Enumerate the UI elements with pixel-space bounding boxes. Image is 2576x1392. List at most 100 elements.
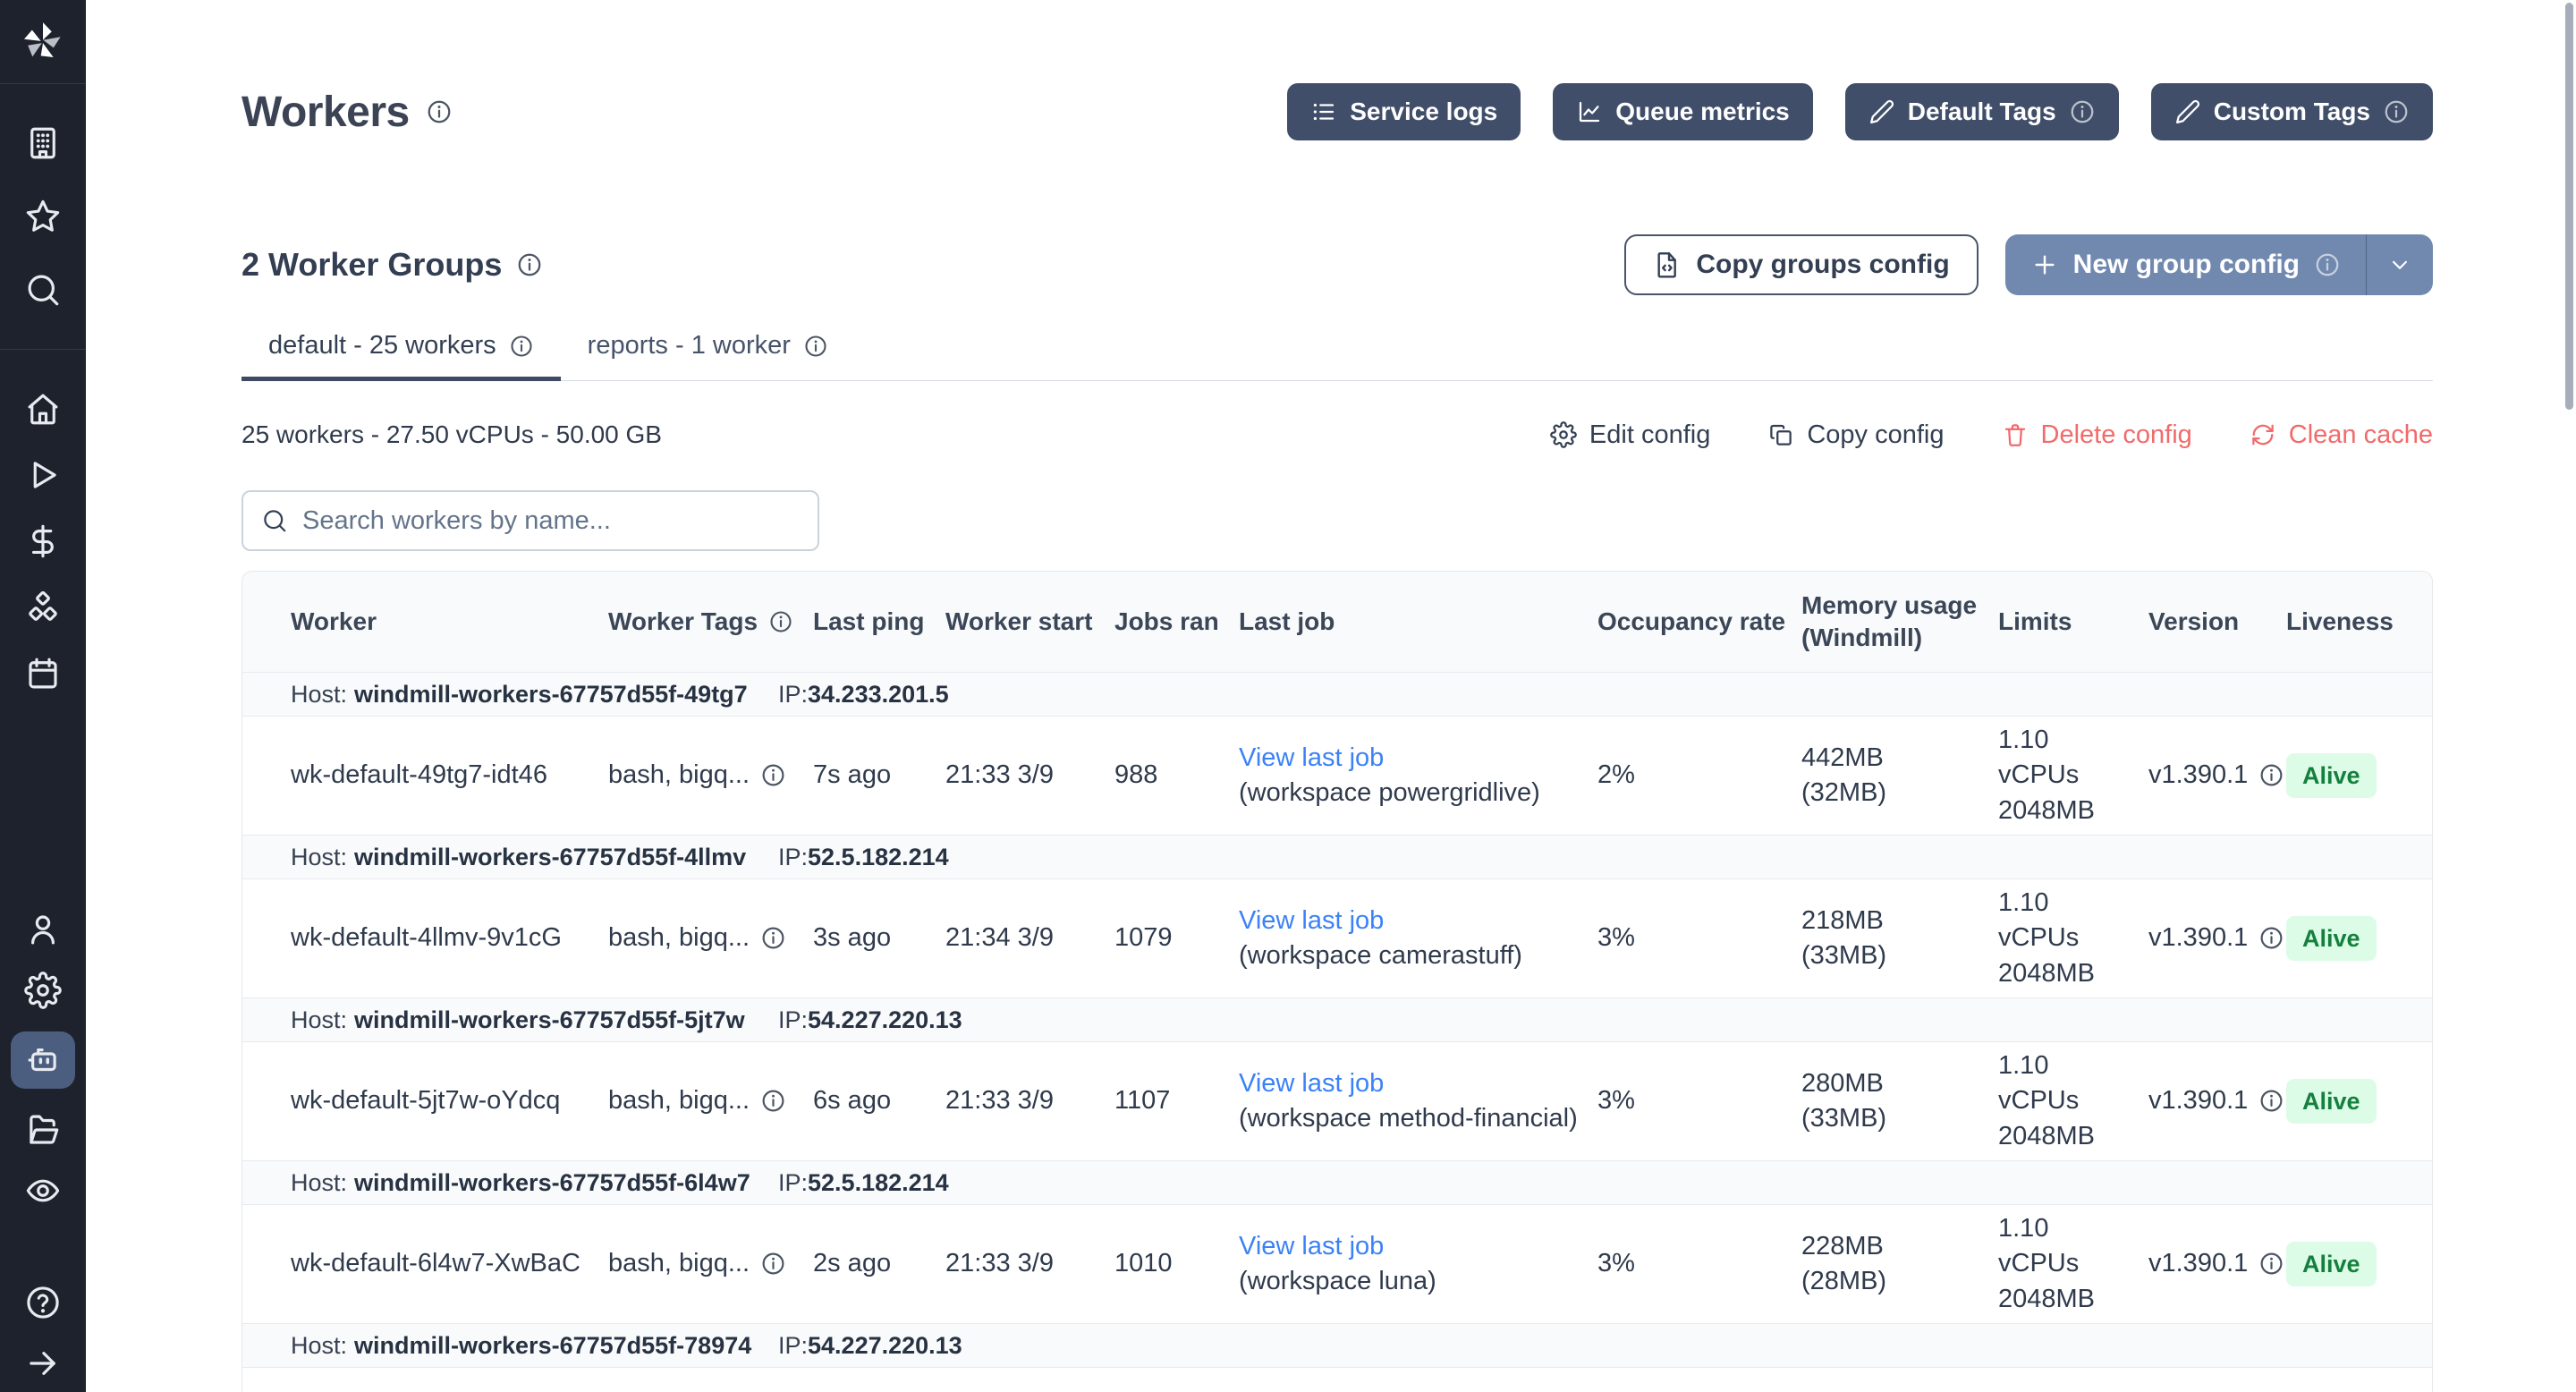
- ip-label: IP:: [778, 681, 808, 708]
- worker-name: wk-default-4llmv-9v1cG: [291, 921, 608, 955]
- sidebar-item-folders[interactable]: [11, 1110, 75, 1150]
- tab-label: default - 25 workers: [268, 331, 496, 361]
- host-row: Host:windmill-workers-67757d55f-5jt7w IP…: [242, 997, 2432, 1042]
- sidebar-item-favorites[interactable]: [11, 197, 75, 236]
- sidebar-item-audit-logs[interactable]: [11, 1171, 75, 1210]
- info-icon[interactable]: [426, 98, 453, 125]
- version-value: v1.390.1: [2148, 1246, 2248, 1281]
- search-workers-input[interactable]: [242, 490, 819, 551]
- worker-row: wk-default-49tg7-idt46 bash, bigq... 7s …: [242, 717, 2432, 835]
- edit-config-button[interactable]: Edit config: [1550, 420, 1710, 450]
- sidebar-item-settings[interactable]: [11, 971, 75, 1010]
- star-icon: [24, 198, 62, 235]
- line-chart-icon: [1576, 98, 1603, 125]
- sidebar-item-resources[interactable]: [11, 588, 75, 627]
- tab-default[interactable]: default - 25 workers: [242, 331, 561, 381]
- info-icon[interactable]: [2258, 762, 2284, 788]
- info-icon[interactable]: [516, 251, 543, 278]
- column-header: Memory usage (Windmill): [1801, 590, 1998, 655]
- queue-metrics-button[interactable]: Queue metrics: [1553, 83, 1813, 140]
- info-icon[interactable]: [768, 609, 793, 634]
- info-icon: [2069, 98, 2096, 125]
- view-last-job-link[interactable]: View last job: [1239, 1229, 1384, 1264]
- sidebar-item-help[interactable]: [11, 1283, 75, 1322]
- memory-usage: 218MB: [1801, 904, 1984, 938]
- host-name: windmill-workers-67757d55f-5jt7w: [354, 1006, 745, 1033]
- sidebar-item-home[interactable]: [11, 389, 75, 429]
- worker-start: 21:33 3/9: [945, 1246, 1114, 1281]
- ip-value: 52.5.182.214: [808, 844, 949, 870]
- gear-icon: [24, 972, 62, 1009]
- copy-groups-config-button[interactable]: Copy groups config: [1624, 234, 1978, 295]
- default-tags-button[interactable]: Default Tags: [1845, 83, 2119, 140]
- custom-tags-button[interactable]: Custom Tags: [2151, 83, 2433, 140]
- ip-value: 34.233.201.5: [808, 681, 949, 708]
- eye-icon: [24, 1172, 62, 1210]
- main-content: Workers Service logs Queue metrics Defau…: [86, 0, 2576, 1392]
- column-header: Worker Tags: [608, 606, 813, 638]
- header-buttons: Service logs Queue metrics Default Tags …: [1287, 83, 2433, 140]
- copy-icon: [1767, 421, 1794, 448]
- last-job-workspace: (workspace camerastuff): [1239, 938, 1583, 973]
- search-icon: [24, 271, 62, 309]
- column-label: Worker start: [945, 606, 1092, 638]
- info-icon[interactable]: [2258, 1088, 2284, 1114]
- view-last-job-link[interactable]: View last job: [1239, 1066, 1384, 1101]
- liveness-badge: Alive: [2286, 1242, 2377, 1286]
- occupancy-rate: 3%: [1597, 1246, 1801, 1281]
- service-logs-button[interactable]: Service logs: [1287, 83, 1521, 140]
- worker-tags-cell: bash, bigq...: [608, 1246, 813, 1281]
- clean-cache-button[interactable]: Clean cache: [2250, 420, 2433, 450]
- host-name: windmill-workers-67757d55f-4llmv: [354, 844, 746, 870]
- cubes-icon: [24, 589, 62, 626]
- jobs-ran: 988: [1114, 758, 1239, 793]
- new-group-config-button[interactable]: New group config: [2005, 234, 2366, 295]
- copy-config-button[interactable]: Copy config: [1767, 420, 1944, 450]
- view-last-job-link[interactable]: View last job: [1239, 904, 1384, 938]
- occupancy-rate: 2%: [1597, 758, 1801, 793]
- sidebar-item-search[interactable]: [11, 270, 75, 310]
- info-icon[interactable]: [760, 762, 786, 788]
- info-icon: [2383, 98, 2410, 125]
- sidebar-item-schedules[interactable]: [11, 654, 75, 693]
- cpu-limit: 1.10 vCPUs: [1998, 723, 2134, 793]
- scrollbar-thumb[interactable]: [2565, 3, 2573, 410]
- info-icon[interactable]: [2258, 925, 2284, 951]
- worker-group-tabs: default - 25 workers reports - 1 worker: [242, 331, 2433, 381]
- info-icon[interactable]: [2258, 1251, 2284, 1277]
- sidebar-item-workers[interactable]: [11, 1031, 75, 1089]
- windmill-logo[interactable]: [0, 0, 86, 84]
- ip-label: IP:: [778, 1332, 808, 1359]
- column-label: Limits: [1998, 606, 2072, 638]
- host-row: Host:windmill-workers-67757d55f-78974 IP…: [242, 1323, 2432, 1368]
- robot-icon: [24, 1041, 62, 1079]
- worker-tags-cell: bash, bigq...: [608, 1083, 813, 1118]
- sidebar-item-variables[interactable]: [11, 522, 75, 561]
- host-name: windmill-workers-67757d55f-78974: [354, 1332, 751, 1359]
- host-row: Host:windmill-workers-67757d55f-49tg7 IP…: [242, 672, 2432, 717]
- tab-label: reports - 1 worker: [588, 331, 791, 361]
- column-label: Last job: [1239, 606, 1335, 638]
- info-icon[interactable]: [760, 1088, 786, 1114]
- sidebar-top-nav: [11, 107, 75, 310]
- button-label: Service logs: [1350, 98, 1497, 126]
- delete-config-button[interactable]: Delete config: [2002, 420, 2192, 450]
- sidebar: [0, 0, 86, 1392]
- info-icon[interactable]: [760, 1251, 786, 1277]
- sidebar-item-workspace[interactable]: [11, 123, 75, 163]
- cpu-limit: 1.10 vCPUs: [1998, 1048, 2134, 1118]
- ip-label: IP:: [778, 844, 808, 870]
- info-icon[interactable]: [760, 925, 786, 951]
- tab-reports[interactable]: reports - 1 worker: [561, 331, 855, 381]
- help-icon: [24, 1284, 62, 1321]
- button-label: New group config: [2073, 250, 2300, 280]
- last-job-cell: View last job (workspace method-financia…: [1239, 1066, 1597, 1136]
- view-last-job-link[interactable]: View last job: [1239, 741, 1384, 776]
- sidebar-item-runs[interactable]: [11, 455, 75, 495]
- sidebar-collapse-toggle[interactable]: [11, 1344, 75, 1383]
- new-group-config-dropdown[interactable]: [2367, 234, 2433, 295]
- info-icon: [2314, 251, 2341, 278]
- button-label: Custom Tags: [2214, 98, 2370, 126]
- sidebar-item-users[interactable]: [11, 910, 75, 949]
- search-icon: [261, 507, 288, 534]
